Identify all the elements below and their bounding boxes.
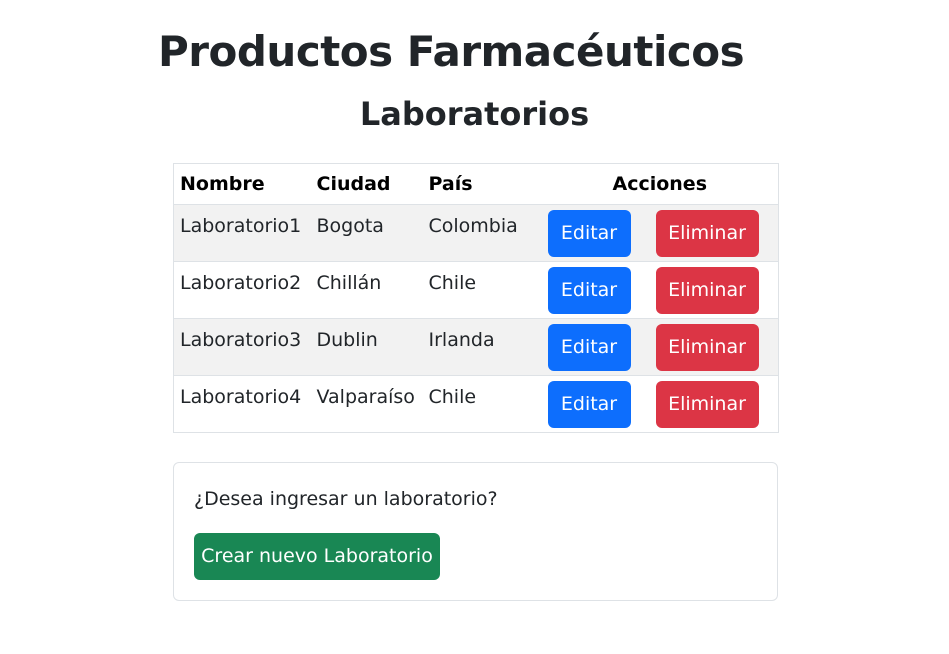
edit-button[interactable]: Editar <box>547 324 631 371</box>
delete-button[interactable]: Eliminar <box>655 381 759 428</box>
cell-pais: Chile <box>422 261 542 319</box>
page: Productos Farmacéuticos Laboratorios Nom… <box>0 0 949 654</box>
column-header-nombre: Nombre <box>173 163 311 205</box>
cell-acciones: Editar Eliminar <box>541 261 779 319</box>
delete-button[interactable]: Eliminar <box>655 324 759 371</box>
row-actions: Editar Eliminar <box>542 267 779 314</box>
column-header-pais: País <box>422 163 542 205</box>
table-row: Laboratorio4 Valparaíso Chile Editar Eli… <box>173 375 779 433</box>
cell-ciudad: Bogota <box>310 204 423 262</box>
edit-button[interactable]: Editar <box>547 210 631 257</box>
row-actions: Editar Eliminar <box>542 324 779 371</box>
cell-pais: Colombia <box>422 204 542 262</box>
delete-button[interactable]: Eliminar <box>655 210 759 257</box>
cell-ciudad: Valparaíso <box>310 375 423 433</box>
table-row: Laboratorio3 Dublin Irlanda Editar Elimi… <box>173 318 779 376</box>
cell-ciudad: Dublin <box>310 318 423 376</box>
table-header-row: Nombre Ciudad País Acciones <box>173 163 779 205</box>
edit-button[interactable]: Editar <box>547 381 631 428</box>
laboratories-table: Nombre Ciudad País Acciones Laboratorio1… <box>173 163 779 433</box>
row-actions: Editar Eliminar <box>542 210 779 257</box>
cell-pais: Chile <box>422 375 542 433</box>
create-laboratory-button[interactable]: Crear nuevo Laboratorio <box>194 533 440 580</box>
cell-pais: Irlanda <box>422 318 542 376</box>
column-header-acciones: Acciones <box>541 163 779 205</box>
create-laboratory-card: ¿Desea ingresar un laboratorio? Crear nu… <box>173 462 778 601</box>
app-title: Productos Farmacéuticos <box>158 27 745 76</box>
row-actions: Editar Eliminar <box>542 381 779 428</box>
cell-nombre: Laboratorio4 <box>173 375 311 433</box>
delete-button[interactable]: Eliminar <box>655 267 759 314</box>
table-row: Laboratorio1 Bogota Colombia Editar Elim… <box>173 204 779 262</box>
cell-acciones: Editar Eliminar <box>541 204 779 262</box>
table-row: Laboratorio2 Chillán Chile Editar Elimin… <box>173 261 779 319</box>
cell-acciones: Editar Eliminar <box>541 375 779 433</box>
create-prompt-text: ¿Desea ingresar un laboratorio? <box>194 488 498 510</box>
edit-button[interactable]: Editar <box>547 267 631 314</box>
cell-nombre: Laboratorio2 <box>173 261 311 319</box>
laboratories-table-container: Nombre Ciudad País Acciones Laboratorio1… <box>173 163 779 433</box>
cell-nombre: Laboratorio3 <box>173 318 311 376</box>
column-header-ciudad: Ciudad <box>310 163 423 205</box>
cell-acciones: Editar Eliminar <box>541 318 779 376</box>
section-title: Laboratorios <box>359 95 590 133</box>
cell-ciudad: Chillán <box>310 261 423 319</box>
cell-nombre: Laboratorio1 <box>173 204 311 262</box>
